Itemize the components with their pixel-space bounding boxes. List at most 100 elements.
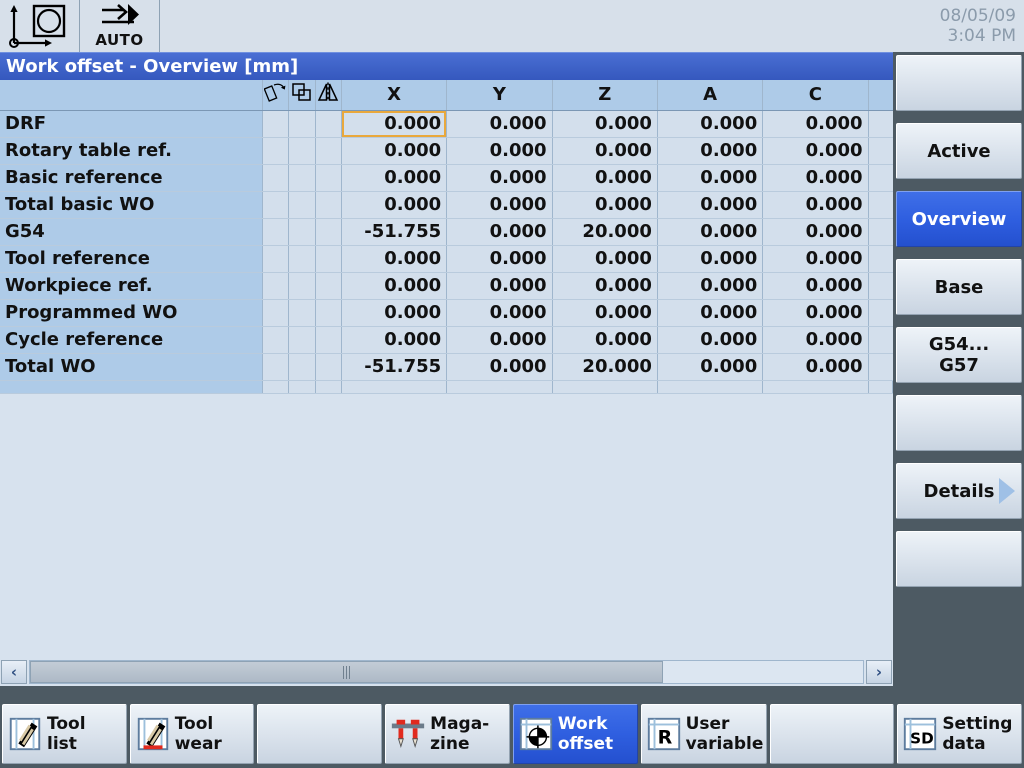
horizontal-softkey-3[interactable] xyxy=(257,704,383,764)
cell-mirror-flag[interactable] xyxy=(315,218,342,246)
cell-scale-flag[interactable] xyxy=(288,137,316,165)
horizontal-scrollbar[interactable]: ‹ › xyxy=(0,658,893,686)
scroll-left-button[interactable]: ‹ xyxy=(1,660,27,684)
cell-c-value[interactable]: 0.000 xyxy=(762,272,869,300)
cell-scale-flag[interactable] xyxy=(288,326,316,354)
cell-scale-flag[interactable] xyxy=(288,218,316,246)
cell-x-value[interactable]: 0.000 xyxy=(341,191,448,219)
cell-y-value[interactable]: 0.000 xyxy=(446,191,553,219)
cell-scale-flag[interactable] xyxy=(288,299,316,327)
operating-mode-cell[interactable]: AUTO xyxy=(80,0,160,52)
cell-z-value[interactable]: 0.000 xyxy=(552,326,658,354)
cell-y-value[interactable]: 0.000 xyxy=(446,245,553,273)
header-axis-x[interactable]: X xyxy=(341,80,448,111)
cell-a-value[interactable]: 0.000 xyxy=(657,245,764,273)
cell-y-value[interactable]: 0.000 xyxy=(446,137,553,165)
cell-x-value[interactable]: 0.000 xyxy=(341,137,448,165)
horizontal-softkey-6[interactable]: R User variable xyxy=(640,704,767,764)
cell-a-value[interactable]: 0.000 xyxy=(657,272,764,300)
cell-a-value[interactable]: 0.000 xyxy=(657,326,764,354)
cell-c-value[interactable]: 0.000 xyxy=(762,218,869,246)
cell-mirror-flag[interactable] xyxy=(315,110,342,138)
table-row[interactable]: Rotary table ref. 0.000 0.000 0.000 0.000 0.0… xyxy=(0,137,893,165)
cell-mirror-flag[interactable] xyxy=(315,272,342,300)
table-row[interactable]: Cycle reference 0.000 0.000 0.000 0.000 0.000 xyxy=(0,326,893,354)
table-row[interactable]: Programmed WO 0.000 0.000 0.000 0.000 0.000 xyxy=(0,299,893,327)
vertical-softkey-8[interactable] xyxy=(896,531,1022,587)
scrollbar-track[interactable] xyxy=(29,660,864,684)
cell-scale-flag[interactable] xyxy=(288,191,316,219)
header-axis-a[interactable]: A xyxy=(657,80,764,111)
horizontal-softkey-1[interactable]: Tool list xyxy=(2,704,127,764)
cell-rotation-flag[interactable] xyxy=(262,245,290,273)
cell-mirror-flag[interactable] xyxy=(315,245,342,273)
cell-x-value[interactable]: 0.000 xyxy=(341,164,448,192)
cell-rotation-flag[interactable] xyxy=(262,272,290,300)
cell-z-value[interactable]: 0.000 xyxy=(552,164,658,192)
cell-x-value[interactable]: 0.000 xyxy=(341,110,448,138)
cell-a-value[interactable]: 0.000 xyxy=(657,137,764,165)
cell-z-value[interactable]: 0.000 xyxy=(552,272,658,300)
table-row[interactable]: G54 -51.755 0.000 20.000 0.000 0.000 xyxy=(0,218,893,246)
vertical-softkey-6[interactable] xyxy=(896,395,1022,451)
cell-rotation-flag[interactable] xyxy=(262,353,290,381)
cell-z-value[interactable]: 0.000 xyxy=(552,245,658,273)
cell-rotation-flag[interactable] xyxy=(262,191,290,219)
cell-x-value[interactable]: 0.000 xyxy=(341,245,448,273)
horizontal-softkey-5[interactable]: Work offset xyxy=(512,704,638,764)
vertical-softkey-2[interactable]: Active xyxy=(896,123,1022,179)
cell-a-value[interactable]: 0.000 xyxy=(657,353,764,381)
header-rotation-column[interactable] xyxy=(262,80,290,111)
cell-y-value[interactable]: 0.000 xyxy=(446,326,553,354)
cell-y-value[interactable]: 0.000 xyxy=(446,218,553,246)
cell-c-value[interactable]: 0.000 xyxy=(762,164,869,192)
cell-mirror-flag[interactable] xyxy=(315,137,342,165)
header-axis-y[interactable]: Y xyxy=(446,80,553,111)
cell-rotation-flag[interactable] xyxy=(262,299,290,327)
cell-y-value[interactable]: 0.000 xyxy=(446,272,553,300)
channel-status-cell[interactable] xyxy=(0,0,80,52)
cell-scale-flag[interactable] xyxy=(288,353,316,381)
cell-rotation-flag[interactable] xyxy=(262,218,290,246)
horizontal-softkey-4[interactable]: Maga-zine xyxy=(385,704,510,764)
scrollbar-thumb[interactable] xyxy=(30,661,664,683)
cell-c-value[interactable]: 0.000 xyxy=(762,326,869,354)
cell-x-value[interactable]: 0.000 xyxy=(341,272,448,300)
vertical-softkey-4[interactable]: Base xyxy=(896,259,1022,315)
cell-scale-flag[interactable] xyxy=(288,245,316,273)
cell-c-value[interactable]: 0.000 xyxy=(762,299,869,327)
cell-c-value[interactable]: 0.000 xyxy=(762,110,869,138)
table-row[interactable]: Workpiece ref. 0.000 0.000 0.000 0.000 0.000 xyxy=(0,272,893,300)
cell-z-value[interactable]: 20.000 xyxy=(552,218,658,246)
cell-c-value[interactable]: 0.000 xyxy=(762,353,869,381)
cell-y-value[interactable]: 0.000 xyxy=(446,353,553,381)
header-scale-column[interactable] xyxy=(288,80,316,111)
cell-mirror-flag[interactable] xyxy=(315,164,342,192)
horizontal-softkey-8[interactable]: SD Setting data xyxy=(897,704,1023,764)
cell-z-value[interactable]: 0.000 xyxy=(552,110,658,138)
cell-mirror-flag[interactable] xyxy=(315,299,342,327)
cell-rotation-flag[interactable] xyxy=(262,326,290,354)
horizontal-softkey-2[interactable]: Tool wear xyxy=(129,704,255,764)
cell-scale-flag[interactable] xyxy=(288,110,316,138)
cell-mirror-flag[interactable] xyxy=(315,191,342,219)
cell-a-value[interactable]: 0.000 xyxy=(657,191,764,219)
cell-a-value[interactable]: 0.000 xyxy=(657,299,764,327)
cell-x-value[interactable]: 0.000 xyxy=(341,299,448,327)
vertical-softkey-5[interactable]: G54... G57 xyxy=(896,327,1022,383)
table-row[interactable]: Basic reference 0.000 0.000 0.000 0.000 0.000 xyxy=(0,164,893,192)
table-row[interactable]: Total WO -51.755 0.000 20.000 0.000 0.000 xyxy=(0,353,893,381)
cell-a-value[interactable]: 0.000 xyxy=(657,164,764,192)
cell-c-value[interactable]: 0.000 xyxy=(762,245,869,273)
cell-z-value[interactable]: 0.000 xyxy=(552,299,658,327)
scroll-right-button[interactable]: › xyxy=(866,660,892,684)
cell-z-value[interactable]: 20.000 xyxy=(552,353,658,381)
horizontal-softkey-7[interactable] xyxy=(769,704,895,764)
vertical-softkey-7[interactable]: Details xyxy=(896,463,1022,519)
table-row[interactable]: Total basic WO 0.000 0.000 0.000 0.000 0.000 xyxy=(0,191,893,219)
cell-mirror-flag[interactable] xyxy=(315,353,342,381)
vertical-softkey-1[interactable] xyxy=(896,55,1022,111)
cell-rotation-flag[interactable] xyxy=(262,164,290,192)
cell-y-value[interactable]: 0.000 xyxy=(446,299,553,327)
table-row[interactable]: DRF 0.000 0.000 0.000 0.000 0.000 xyxy=(0,110,893,138)
